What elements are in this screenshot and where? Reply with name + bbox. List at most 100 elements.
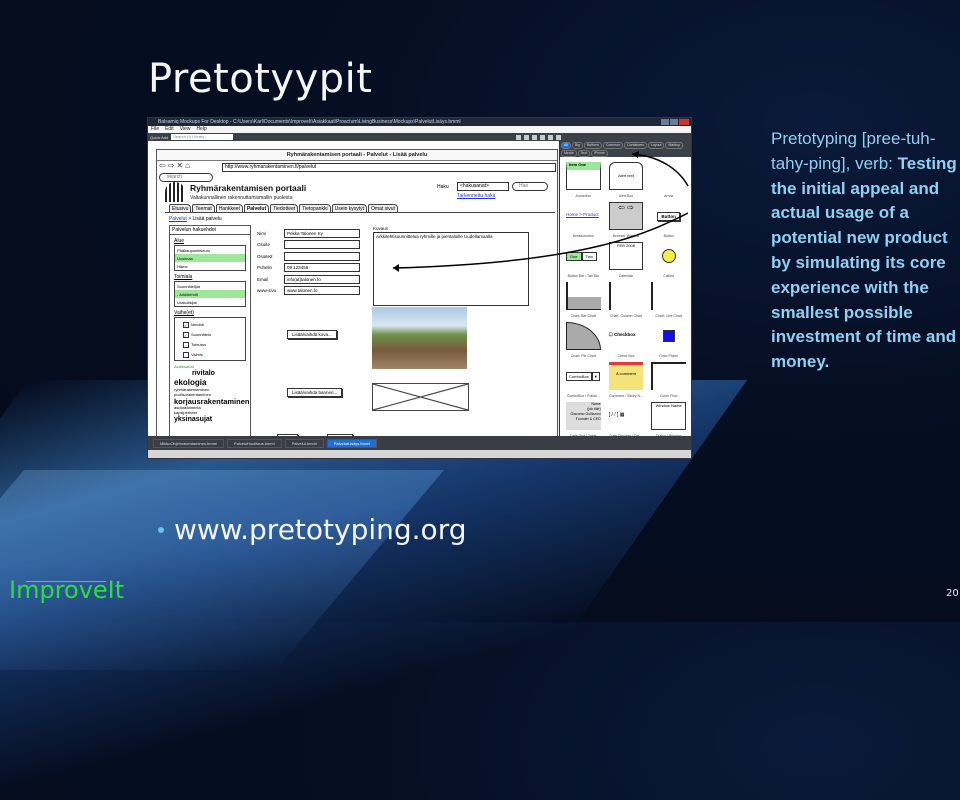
minimize-icon[interactable] xyxy=(661,119,669,125)
url-bar[interactable]: http://www.ryhmarakentaminen.fi/palvelut xyxy=(222,163,556,172)
cut-icon[interactable] xyxy=(524,134,529,140)
lock-icon[interactable] xyxy=(556,134,561,140)
filter-big[interactable]: Big xyxy=(571,142,583,149)
doc-tab[interactable]: PalveluHuolitaus.bmml xyxy=(226,438,282,448)
nimi-field[interactable]: Pekka Talonen Ky xyxy=(284,228,360,238)
component-column-chart[interactable]: Chart: Column Chart xyxy=(605,279,648,319)
checkbox-ideointi[interactable]: ✓ Ideointi xyxy=(181,320,245,329)
component-color-picker[interactable]: Color Picker xyxy=(647,319,690,359)
list-item[interactable]: Häme xyxy=(175,262,245,270)
quick-add-input[interactable]: Search UI Library xyxy=(171,134,234,140)
vaihe-checkboxes: ✓ Ideointi ✓ Suunnittelu Toteutus Valmis xyxy=(174,317,246,361)
group-icon[interactable] xyxy=(548,134,553,140)
stop-icon[interactable]: ✕ xyxy=(176,161,183,170)
forward-icon[interactable]: ⇨ xyxy=(168,161,175,170)
component-caption: Arrow xyxy=(664,194,674,198)
component-dialog[interactable]: Window NameDialog / Window xyxy=(647,399,690,439)
date-chooser-sample: [ / / ] ▦ xyxy=(608,412,625,418)
window-title: Balsamiq Mockups For Desktop - C:\Users\… xyxy=(158,119,461,125)
email-field[interactable]: info(at)talonen.fo xyxy=(284,274,360,284)
component-button[interactable]: Button Button xyxy=(647,199,690,239)
kuvaus-label: Kuvaus xyxy=(373,226,389,231)
checkbox-toteutus[interactable]: Toteutus xyxy=(181,340,245,349)
list-item-selected[interactable]: Uusimaa xyxy=(175,254,245,262)
tag[interactable]: yksinasujat xyxy=(174,416,250,424)
component-line-chart[interactable]: Chart: Line Chart xyxy=(647,279,690,319)
component-browser-window[interactable]: ⇦ ⇨ Browser Window xyxy=(605,199,648,239)
maximize-icon[interactable] xyxy=(670,119,678,125)
component-caption: Chart: Bar Chart xyxy=(570,314,597,318)
paste-icon[interactable] xyxy=(516,134,521,140)
back-icon[interactable]: ⇦ xyxy=(159,161,166,170)
list-item[interactable]: Suunnittelijat xyxy=(175,282,245,290)
filter-all[interactable]: All xyxy=(561,142,571,149)
pretotyping-definition: Pretotyping [pree-tuh-tahy-ping], verb: … xyxy=(771,127,960,375)
filter-layout[interactable]: Layout xyxy=(647,142,665,149)
filter-iphone[interactable]: iPhone xyxy=(590,150,608,157)
component-callout[interactable]: Callout xyxy=(647,239,690,279)
column-chart-sample xyxy=(608,282,644,310)
checkbox-label: Valmis xyxy=(191,352,203,357)
filter-text[interactable]: Text xyxy=(577,150,590,157)
www-field[interactable]: www.talonen.fo xyxy=(284,286,360,295)
osoite-field[interactable] xyxy=(284,240,360,249)
browser-search-input[interactable]: search xyxy=(159,173,213,182)
browser-nav: ⇦ ⇨ ✕ ⌂ xyxy=(159,161,190,170)
component-date-chooser[interactable]: [ / / ] ▦Date Chooser / Dat... xyxy=(605,399,648,439)
menu-help[interactable]: Help xyxy=(196,126,206,133)
search-button[interactable]: Hae xyxy=(512,182,548,191)
tag[interactable]: rivitalo xyxy=(192,370,250,378)
osoite2-field[interactable] xyxy=(284,251,360,261)
tab-divider xyxy=(165,212,555,213)
filter-media[interactable]: Media xyxy=(561,150,577,157)
copy-icon[interactable] xyxy=(532,134,537,140)
component-cover-flow[interactable]: Cover Flow xyxy=(647,359,690,399)
component-accordion[interactable]: Item One Accordion xyxy=(562,159,605,199)
filter-containers[interactable]: Containers xyxy=(624,142,647,149)
doc-tab[interactable]: MikkoOhjelmakentaminen.bmml xyxy=(153,438,224,448)
component-alert-box[interactable]: Alert text Alert Box xyxy=(605,159,648,199)
checkbox-suunnittelu[interactable]: ✓ Suunnittelu xyxy=(181,330,245,339)
component-combobox[interactable]: ComboBox ▼ ComboBox / Pulldo... xyxy=(562,359,605,399)
component-breadcrumbs[interactable]: Home > Product Breadcrumbs xyxy=(562,199,605,239)
doc-tab[interactable]: Palvelut.bmml xyxy=(284,438,324,448)
advanced-search-link[interactable]: Tarkennettu haku xyxy=(457,193,495,199)
form-row: Osoite2 xyxy=(257,251,360,261)
menu-view[interactable]: View xyxy=(180,126,191,133)
component-check-box[interactable]: ☐ Checkbox Check Box xyxy=(605,319,648,359)
home-icon[interactable]: ⌂ xyxy=(185,161,190,170)
kuvaus-textarea[interactable]: Arkkitehtisuunnittelua ryhmille ja pient… xyxy=(373,232,529,306)
form-row: Email info(at)talonen.fo xyxy=(257,274,360,284)
mockup-canvas[interactable]: Ryhmärakentamisen portaali - Palvelut - … xyxy=(148,141,558,446)
component-button-bar[interactable]: One Two Button Bar / Tab Bar xyxy=(562,239,605,279)
filter-buttons[interactable]: Buttons xyxy=(583,142,602,149)
breadcrumb-palvelut-link[interactable]: Palvelut xyxy=(169,216,187,222)
close-icon[interactable] xyxy=(679,119,689,125)
portal-logo xyxy=(165,182,185,202)
component-bar-chart[interactable]: Chart: Bar Chart xyxy=(562,279,605,319)
menu-edit[interactable]: Edit xyxy=(165,126,174,133)
component-pie-chart[interactable]: Chart: Pie Chart xyxy=(562,319,605,359)
checkbox-valmis[interactable]: Valmis xyxy=(181,350,245,359)
component-caption: Cover Flow xyxy=(659,394,678,398)
checkbox-label: Ideointi xyxy=(191,322,204,327)
list-item[interactable]: Urakoitsijat xyxy=(175,298,245,306)
add-image-button[interactable]: Lisää/vaihda kuva... xyxy=(287,330,337,339)
list-item-selected[interactable]: - Arkkitehdit xyxy=(175,290,245,298)
filter-common[interactable]: Common xyxy=(602,142,624,149)
add-banner-button[interactable]: Lisää/vaihda banneri... xyxy=(287,388,343,397)
component-arrow[interactable]: Arrow xyxy=(647,159,690,199)
doc-tab-active[interactable]: PalvelutLisäys.bmml xyxy=(326,438,378,448)
component-comment[interactable]: A comment Comment / Sticky N... xyxy=(605,359,648,399)
delete-icon[interactable] xyxy=(540,134,545,140)
menu-file[interactable]: File xyxy=(151,126,159,133)
component-calendar[interactable]: FEB 2008 Calendar xyxy=(605,239,648,279)
component-caption: Color Picker xyxy=(659,354,679,358)
filter-markup[interactable]: Markup xyxy=(665,142,684,149)
puhelin-field[interactable]: 09 123456 xyxy=(284,263,360,272)
search-input[interactable]: <hakusanat> xyxy=(457,182,509,191)
list-item[interactable]: Pääkaupunkiseutu xyxy=(175,246,245,254)
pretotyping-link[interactable]: www.pretotyping.org xyxy=(174,513,466,546)
breadcrumb-sample: Home > Product xyxy=(566,212,599,217)
component-data-grid[interactable]: Name (job title) Giacomo Guilizzoni Founder… xyxy=(562,399,605,439)
